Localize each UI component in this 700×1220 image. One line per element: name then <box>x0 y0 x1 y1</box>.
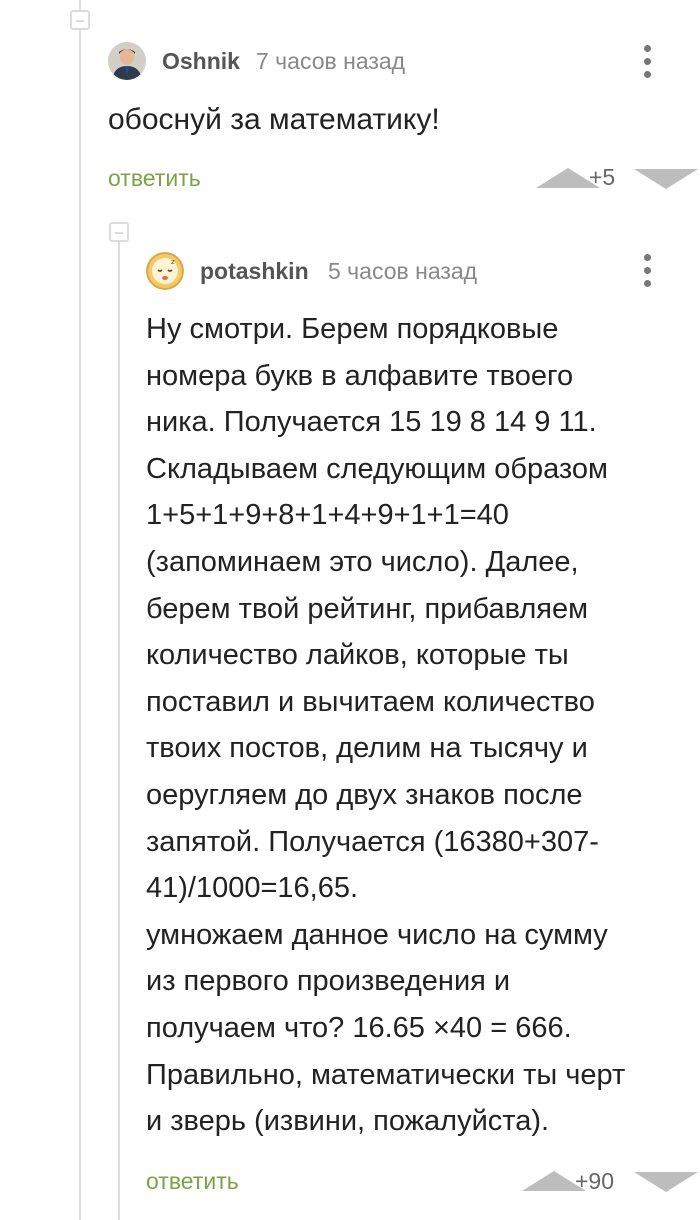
user-photo-avatar[interactable] <box>108 42 146 80</box>
thread-line-root <box>79 0 81 1220</box>
collapse-root-button[interactable] <box>70 10 90 30</box>
reply-button[interactable]: ответить <box>146 1168 239 1195</box>
comment-text: обоснуй за математику! <box>108 103 440 136</box>
sleeping-emoji-avatar[interactable]: z <box>146 252 184 290</box>
more-options-icon[interactable] <box>644 45 652 85</box>
collapse-reply-button[interactable] <box>109 222 129 242</box>
rating-value: +90 <box>575 1168 615 1194</box>
comment-time: 7 часов назад <box>256 48 406 74</box>
reply-button[interactable]: ответить <box>108 165 201 192</box>
svg-text:z: z <box>171 258 175 266</box>
comment-author[interactable]: Oshnik <box>162 48 240 75</box>
comment-text: Ну смотри. Берем порядковые номера букв … <box>146 313 626 1138</box>
comment-author[interactable]: potashkin <box>200 258 309 285</box>
rating-value: +5 <box>589 164 616 190</box>
vote-down-icon[interactable] <box>634 169 698 189</box>
comment-time: 5 часов назад <box>328 258 478 284</box>
more-options-icon[interactable] <box>644 254 652 294</box>
thread-line-reply <box>118 230 120 1220</box>
vote-down-icon[interactable] <box>634 1172 698 1192</box>
